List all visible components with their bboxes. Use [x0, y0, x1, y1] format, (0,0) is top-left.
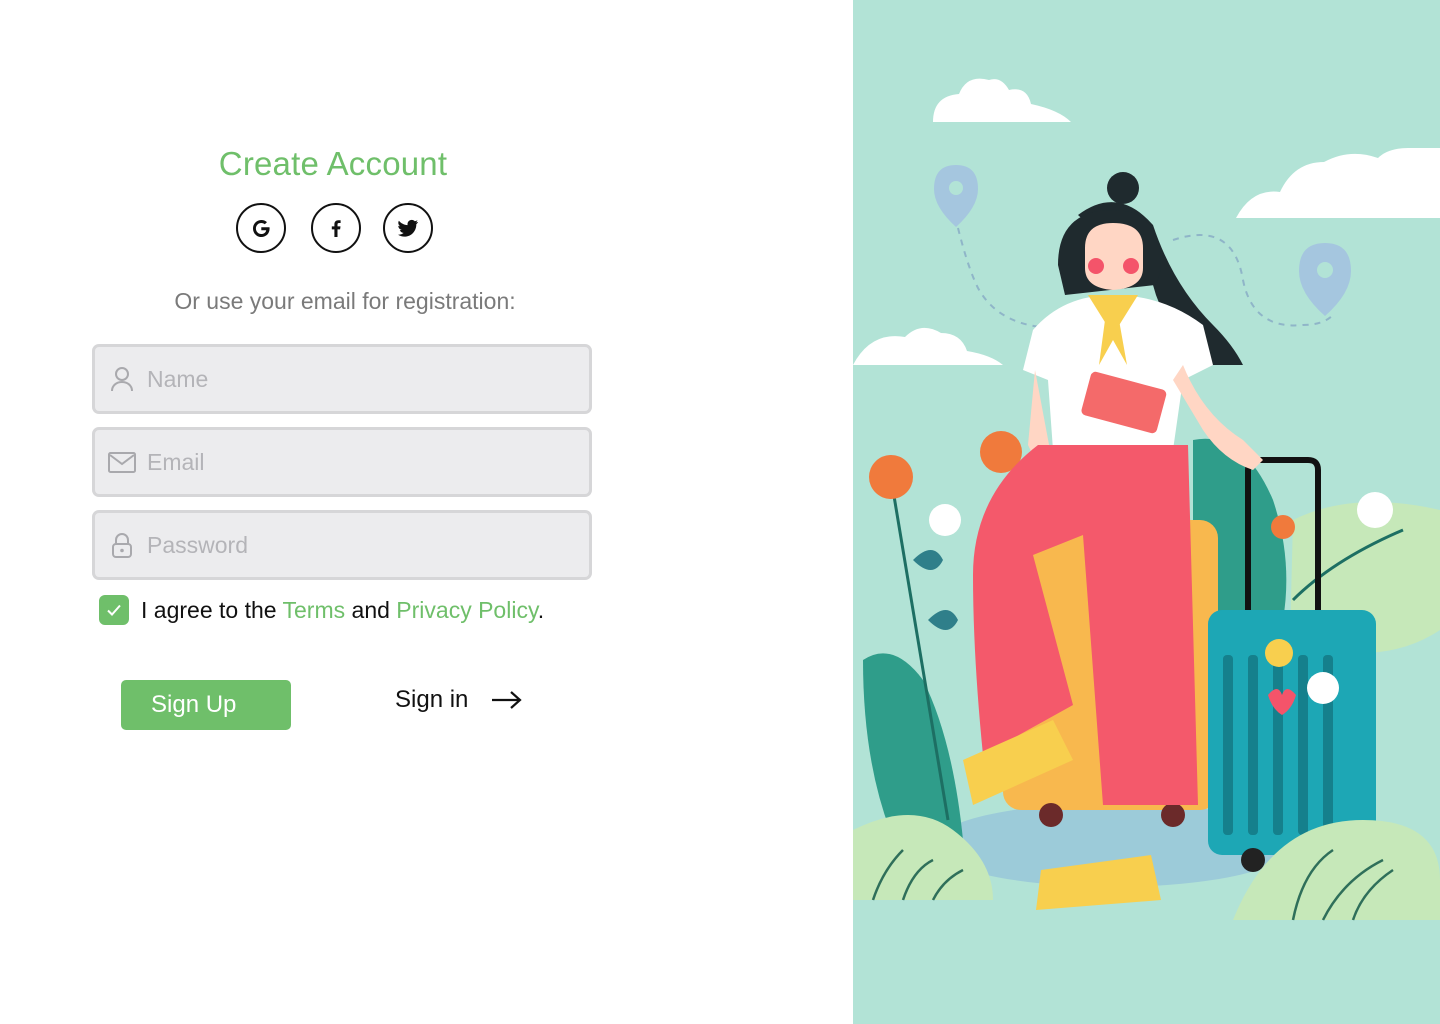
sign-in-link[interactable]: Sign in [395, 686, 524, 714]
arrow-right-icon [492, 691, 523, 709]
checkmark-icon [107, 604, 121, 616]
facebook-icon [331, 220, 341, 237]
terms-link[interactable]: Terms [283, 597, 346, 623]
twitter-button[interactable] [383, 203, 433, 253]
name-input[interactable] [147, 365, 567, 393]
envelope-icon [105, 445, 139, 479]
email-field[interactable] [92, 427, 592, 497]
twitter-icon [398, 219, 418, 237]
agree-checkbox[interactable] [99, 595, 129, 625]
user-icon [105, 362, 139, 396]
google-icon [253, 220, 270, 237]
agreement-text: I agree to the Terms and Privacy Policy. [141, 597, 544, 624]
sign-in-label: Sign in [395, 686, 469, 713]
agreement-middle: and [345, 596, 397, 623]
lock-icon [105, 528, 139, 562]
sign-up-button[interactable]: Sign Up [121, 680, 291, 730]
terms-agreement: I agree to the Terms and Privacy Policy. [99, 595, 544, 625]
registration-hint: Or use your email for registration: [174, 288, 516, 314]
page-title: Create Account [218, 145, 448, 182]
agreement-prefix: I agree to the [141, 596, 283, 623]
privacy-policy-link[interactable]: Privacy Policy [396, 597, 537, 623]
traveler-illustration [853, 78, 1440, 921]
password-input[interactable] [147, 531, 567, 559]
registration-panel: Create Account Or use your email for reg… [0, 0, 853, 1024]
google-button[interactable] [236, 203, 286, 253]
password-field[interactable] [92, 510, 592, 580]
agreement-suffix: . [537, 596, 545, 623]
facebook-button[interactable] [311, 203, 361, 253]
name-field[interactable] [92, 344, 592, 414]
illustration-panel [853, 0, 1440, 1024]
email-input[interactable] [147, 448, 567, 476]
